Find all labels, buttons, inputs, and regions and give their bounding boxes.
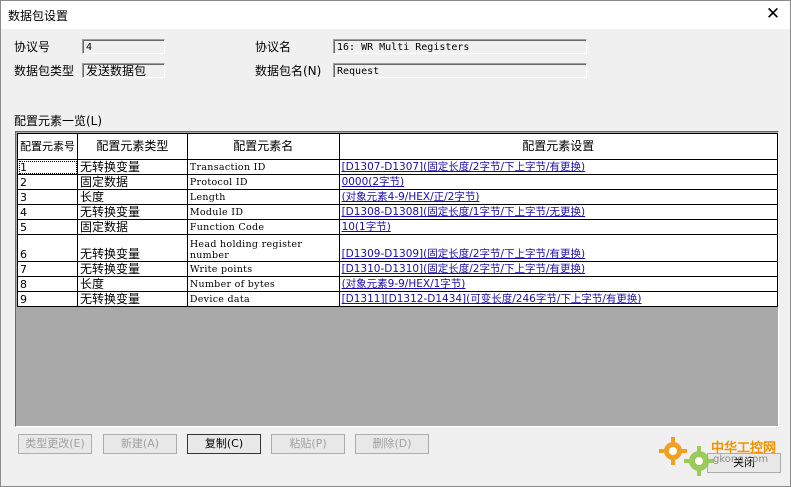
row-name[interactable]: Number of bytes — [186, 276, 340, 292]
close-icon[interactable]: ✕ — [762, 4, 784, 24]
row-type[interactable]: 无转换变量 — [77, 159, 188, 175]
setting-link[interactable]: [D1311][D1312-D1434](可变长度/246字节/下上字节/有更换… — [342, 293, 642, 305]
setting-link[interactable]: [D1309-D1309](固定长度/2字节/下上字节/有更换) — [342, 248, 586, 260]
change-type-button[interactable]: 类型更改(E) — [18, 434, 92, 454]
setting-link[interactable]: [D1307-D1307](固定长度/2字节/下上字节/有更换) — [342, 161, 586, 173]
packet-type-field: 发送数据包 — [82, 63, 165, 78]
element-table: 配置元素号 配置元素类型 配置元素名 配置元素设置 1 无转换变量 Transa… — [17, 133, 778, 307]
row-type[interactable]: 长度 — [77, 189, 188, 205]
table-row[interactable]: 9 无转换变量 Device data [D1311][D1312-D1434]… — [17, 291, 778, 307]
setting-link[interactable]: [D1308-D1308](固定长度/1字节/下上字节/无更换) — [342, 206, 586, 218]
table-row[interactable]: 4 无转换变量 Module ID [D1308-D1308](固定长度/1字节… — [17, 204, 778, 220]
row-name[interactable]: Write points — [186, 261, 340, 277]
dialog-window: 数据包设置 ✕ 协议号 4 协议名 16: WR Multi Registers… — [0, 0, 791, 487]
row-setting[interactable]: 10(1字节) — [338, 219, 778, 235]
row-setting[interactable]: [D1308-D1308](固定长度/1字节/下上字节/无更换) — [338, 204, 778, 220]
row-no[interactable]: 2 — [17, 174, 78, 190]
row-name[interactable]: Transaction ID — [186, 159, 340, 175]
row-setting[interactable]: [D1310-D1310](固定长度/2字节/下上字节/有更换) — [338, 261, 778, 277]
row-no[interactable]: 9 — [17, 291, 78, 307]
row-no[interactable]: 1 — [17, 159, 78, 175]
table-row[interactable]: 6 无转换变量 Head holding register number [D1… — [17, 234, 778, 262]
watermark-url: gkong.com — [713, 454, 769, 465]
col-header-name[interactable]: 配置元素名 — [186, 133, 340, 160]
row-setting[interactable]: [D1311][D1312-D1434](可变长度/246字节/下上字节/有更换… — [338, 291, 778, 307]
protocol-name-label: 协议名 — [255, 40, 292, 54]
row-no[interactable]: 4 — [17, 204, 78, 220]
element-list-grid[interactable]: 配置元素号 配置元素类型 配置元素名 配置元素设置 1 无转换变量 Transa… — [15, 131, 779, 427]
new-button[interactable]: 新建(A) — [103, 434, 177, 454]
gear-logo-icon — [659, 437, 714, 476]
setting-link[interactable]: (对象元素4-9/HEX/正/2字节) — [342, 191, 480, 203]
table-row[interactable]: 7 无转换变量 Write points [D1310-D1310](固定长度/… — [17, 261, 778, 277]
row-setting[interactable]: [D1307-D1307](固定长度/2字节/下上字节/有更换) — [338, 159, 778, 175]
row-name[interactable]: Protocol ID — [186, 174, 340, 190]
table-row[interactable]: 5 固定数据 Function Code 10(1字节) — [17, 219, 778, 235]
setting-link[interactable]: (对象元素9-9/HEX/1字节) — [342, 278, 466, 290]
row-type[interactable]: 无转换变量 — [77, 234, 188, 262]
row-no[interactable]: 3 — [17, 189, 78, 205]
protocol-no-field: 4 — [82, 39, 165, 54]
setting-link[interactable]: 10(1字节) — [342, 221, 391, 233]
col-header-no[interactable]: 配置元素号 — [17, 133, 78, 160]
row-type[interactable]: 长度 — [77, 276, 188, 292]
row-no[interactable]: 7 — [17, 261, 78, 277]
row-type[interactable]: 无转换变量 — [77, 204, 188, 220]
table-row[interactable]: 8 长度 Number of bytes (对象元素9-9/HEX/1字节) — [17, 276, 778, 292]
title-bar: 数据包设置 ✕ — [1, 1, 790, 29]
protocol-name-field: 16: WR Multi Registers — [333, 39, 587, 54]
packet-name-label: 数据包名(N) — [255, 64, 322, 78]
row-setting[interactable]: 0000(2字节) — [338, 174, 778, 190]
row-name[interactable]: Head holding register number — [186, 234, 340, 262]
row-name[interactable]: Module ID — [186, 204, 340, 220]
dialog-title: 数据包设置 — [8, 9, 69, 23]
packet-name-field: Request — [333, 63, 587, 78]
row-type[interactable]: 固定数据 — [77, 174, 188, 190]
row-name[interactable]: Device data — [186, 291, 340, 307]
row-type[interactable]: 无转换变量 — [77, 291, 188, 307]
row-name[interactable]: Length — [186, 189, 340, 205]
protocol-no-label: 协议号 — [14, 40, 51, 54]
table-row[interactable]: 2 固定数据 Protocol ID 0000(2字节) — [17, 174, 778, 190]
row-no[interactable]: 5 — [17, 219, 78, 235]
packet-type-label: 数据包类型 — [14, 64, 75, 78]
row-no[interactable]: 8 — [17, 276, 78, 292]
col-header-type[interactable]: 配置元素类型 — [77, 133, 188, 160]
setting-link[interactable]: 0000(2字节) — [342, 176, 405, 188]
row-setting[interactable]: (对象元素4-9/HEX/正/2字节) — [338, 189, 778, 205]
setting-link[interactable]: [D1310-D1310](固定长度/2字节/下上字节/有更换) — [342, 263, 586, 275]
gkong-watermark: 中华工控网 gkong.com — [657, 433, 787, 483]
row-no[interactable]: 6 — [17, 234, 78, 262]
table-row[interactable]: 1 无转换变量 Transaction ID [D1307-D1307](固定长… — [17, 159, 778, 175]
delete-button[interactable]: 删除(D) — [355, 434, 429, 454]
row-type[interactable]: 固定数据 — [77, 219, 188, 235]
row-setting[interactable]: [D1309-D1309](固定长度/2字节/下上字节/有更换) — [338, 234, 778, 262]
row-setting[interactable]: (对象元素9-9/HEX/1字节) — [338, 276, 778, 292]
element-list-label: 配置元素一览(L) — [14, 114, 103, 128]
copy-button[interactable]: 复制(C) — [187, 434, 261, 454]
table-row[interactable]: 3 长度 Length (对象元素4-9/HEX/正/2字节) — [17, 189, 778, 205]
paste-button[interactable]: 粘贴(P) — [271, 434, 345, 454]
row-type[interactable]: 无转换变量 — [77, 261, 188, 277]
col-header-setting[interactable]: 配置元素设置 — [338, 133, 778, 160]
row-name[interactable]: Function Code — [186, 219, 340, 235]
